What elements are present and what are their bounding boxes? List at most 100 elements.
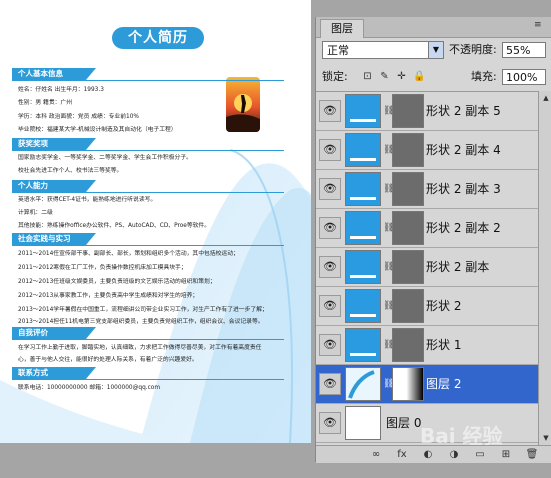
basic-line: 性别：男 籍贯：广州 (18, 100, 73, 106)
fill-input[interactable]: 100% (502, 69, 546, 85)
vector-mask-thumbnail (392, 211, 424, 245)
layer-thumbnail (345, 172, 381, 206)
link-chain-icon[interactable]: ⛓ (383, 340, 394, 350)
layer-row-selected[interactable]: 👁 ⛓ 图层 2 (316, 365, 538, 404)
layer-row[interactable]: 👁 ⛓ 形状 2 (316, 287, 538, 326)
self-eval-line: 心，善于与他人交往，能很好的处理人际关系，有着广泛的兴趣爱好。 (18, 357, 198, 363)
profile-photo (226, 77, 260, 132)
blend-mode-select[interactable]: 正常 ▼ (322, 41, 444, 59)
section-header-practice: 社会实践与实习 (12, 233, 96, 245)
practice-line: 2012～2013任班级文娱委员，主要负责班级的文艺娱乐活动的组织和策划； (18, 279, 216, 285)
layer-name[interactable]: 形状 2 副本 (426, 259, 489, 275)
link-chain-icon[interactable]: ⛓ (383, 301, 394, 311)
vector-mask-thumbnail (392, 328, 424, 362)
watermark: Bai 经验 (420, 424, 503, 448)
visibility-eye-icon[interactable]: 👁 (319, 178, 341, 200)
basic-line: 姓名：仔姓名 出生年月：1993.3 (18, 87, 104, 93)
layer-thumbnail (345, 133, 381, 167)
layer-thumbnail (345, 289, 381, 323)
vector-mask-thumbnail (392, 172, 424, 206)
layer-name[interactable]: 形状 2 副本 4 (426, 142, 501, 158)
add-mask-icon[interactable]: ◐ (420, 448, 436, 461)
layer-mask-thumbnail (392, 367, 424, 401)
visibility-eye-icon[interactable]: 👁 (319, 373, 341, 395)
section-header-ability: 个人能力 (12, 180, 96, 192)
workspace-background (0, 443, 311, 478)
layer-row[interactable]: 👁 ⛓ 形状 2 副本 4 (316, 131, 538, 170)
lock-image-icon[interactable]: ✎ (379, 71, 390, 82)
layers-panel: 图层 ≡ 正常 ▼ 不透明度: 55% 锁定: ⊡ ✎ ✛ 🔒 填充: 100%… (315, 17, 551, 463)
section-divider (12, 192, 284, 193)
lock-label: 锁定: (322, 70, 348, 83)
new-layer-icon[interactable]: ⊞ (498, 448, 514, 461)
layer-name[interactable]: 形状 2 副本 5 (426, 103, 501, 119)
layer-name[interactable]: 图层 0 (386, 415, 421, 431)
lock-all-icon[interactable]: 🔒 (413, 71, 425, 82)
visibility-eye-icon[interactable]: 👁 (319, 295, 341, 317)
document-canvas[interactable]: 个人简历 个人基本信息 姓名：仔姓名 出生年月：1993.3 性别：男 籍贯：广… (0, 0, 311, 443)
ability-line: 计算机：二级 (18, 210, 53, 216)
section-header-self-eval: 自我评价 (12, 327, 96, 339)
practice-line: 2013～2014担任11机电第三党支部组织委员，主要负责党组织工作，组织会议、… (18, 319, 264, 325)
layer-row[interactable]: 👁 ⛓ 形状 2 副本 2 (316, 209, 538, 248)
vector-mask-thumbnail (392, 133, 424, 167)
opacity-input[interactable]: 55% (502, 42, 546, 58)
award-line: 国家励志奖学金、一等奖学金、二等奖学金、学生会工作积极分子。 (18, 155, 192, 161)
layer-name[interactable]: 形状 2 (426, 298, 461, 314)
section-header-contact: 联系方式 (12, 367, 96, 379)
layer-row[interactable]: 👁 ⛓ 形状 1 (316, 326, 538, 365)
contact-line: 联系电话：10000000000 邮箱：1000000@qq.com (18, 385, 160, 391)
self-eval-line: 在学习工作上勤于进取，脚踏实地，认真细致，力求把工作做得尽善尽美，对工作有着高度… (18, 345, 262, 351)
layer-name[interactable]: 形状 2 副本 2 (426, 220, 501, 236)
layer-name[interactable]: 形状 2 副本 3 (426, 181, 501, 197)
link-chain-icon[interactable]: ⛓ (383, 223, 394, 233)
basic-line: 毕业院校：福建某大学-机械设计制造及其自动化（电子工程） (18, 127, 177, 133)
visibility-eye-icon[interactable]: 👁 (319, 100, 341, 122)
layer-row[interactable]: 👁 ⛓ 形状 2 副本 5 (316, 92, 538, 131)
layers-scrollbar[interactable]: ▲ ▼ (538, 91, 551, 445)
section-divider (12, 379, 284, 380)
vector-mask-thumbnail (392, 250, 424, 284)
layer-style-icon[interactable]: fx (394, 448, 410, 461)
resume-title: 个人简历 (112, 27, 204, 49)
visibility-eye-icon[interactable]: 👁 (319, 412, 341, 434)
link-layers-icon[interactable]: ∞ (368, 448, 384, 461)
link-chain-icon[interactable]: ⛓ (383, 145, 394, 155)
link-chain-icon[interactable]: ⛓ (383, 379, 394, 389)
blend-mode-value: 正常 (327, 44, 349, 57)
section-divider (12, 245, 284, 246)
visibility-eye-icon[interactable]: 👁 (319, 256, 341, 278)
delete-layer-icon[interactable]: 🗑 (524, 448, 540, 461)
panel-menu-icon[interactable]: ≡ (534, 20, 548, 32)
layer-thumbnail (345, 94, 381, 128)
visibility-eye-icon[interactable]: 👁 (319, 139, 341, 161)
visibility-eye-icon[interactable]: 👁 (319, 334, 341, 356)
visibility-eye-icon[interactable]: 👁 (319, 217, 341, 239)
opacity-label: 不透明度: (449, 43, 497, 56)
link-chain-icon[interactable]: ⛓ (383, 262, 394, 272)
scroll-up-icon[interactable]: ▲ (540, 92, 551, 104)
adjustment-layer-icon[interactable]: ◑ (446, 448, 462, 461)
layer-thumbnail (345, 250, 381, 284)
ability-line: 其他技能：熟练操作office办公软件、PS、AutoCAD、CD、Proe等软… (18, 223, 211, 229)
section-divider (12, 80, 284, 81)
layer-row[interactable]: 👁 ⛓ 形状 2 副本 3 (316, 170, 538, 209)
practice-line: 2013～2014学年暑假在中国重工，流程细讲公司带企业实习工作，对生产工作有了… (18, 307, 268, 313)
new-group-icon[interactable]: ▭ (472, 448, 488, 461)
lock-position-icon[interactable]: ✛ (396, 71, 407, 82)
layer-name[interactable]: 形状 1 (426, 337, 461, 353)
tab-layers[interactable]: 图层 (320, 19, 364, 38)
chevron-down-icon[interactable]: ▼ (428, 42, 443, 58)
section-header-awards: 获奖奖项 (12, 138, 96, 150)
layer-thumbnail (345, 211, 381, 245)
lock-transparent-icon[interactable]: ⊡ (362, 71, 373, 82)
fill-label: 填充: (471, 70, 497, 83)
vector-mask-thumbnail (392, 94, 424, 128)
ability-line: 英语水平：获得CET-4证书，能熟练地进行听说读写。 (18, 197, 157, 203)
link-chain-icon[interactable]: ⛓ (383, 184, 394, 194)
link-chain-icon[interactable]: ⛓ (383, 106, 394, 116)
layer-row[interactable]: 👁 ⛓ 形状 2 副本 (316, 248, 538, 287)
scroll-down-icon[interactable]: ▼ (540, 432, 551, 444)
basic-line: 学历：本科 政治面貌：党员 成绩：专业前10% (18, 114, 139, 120)
layer-name[interactable]: 图层 2 (426, 376, 461, 392)
